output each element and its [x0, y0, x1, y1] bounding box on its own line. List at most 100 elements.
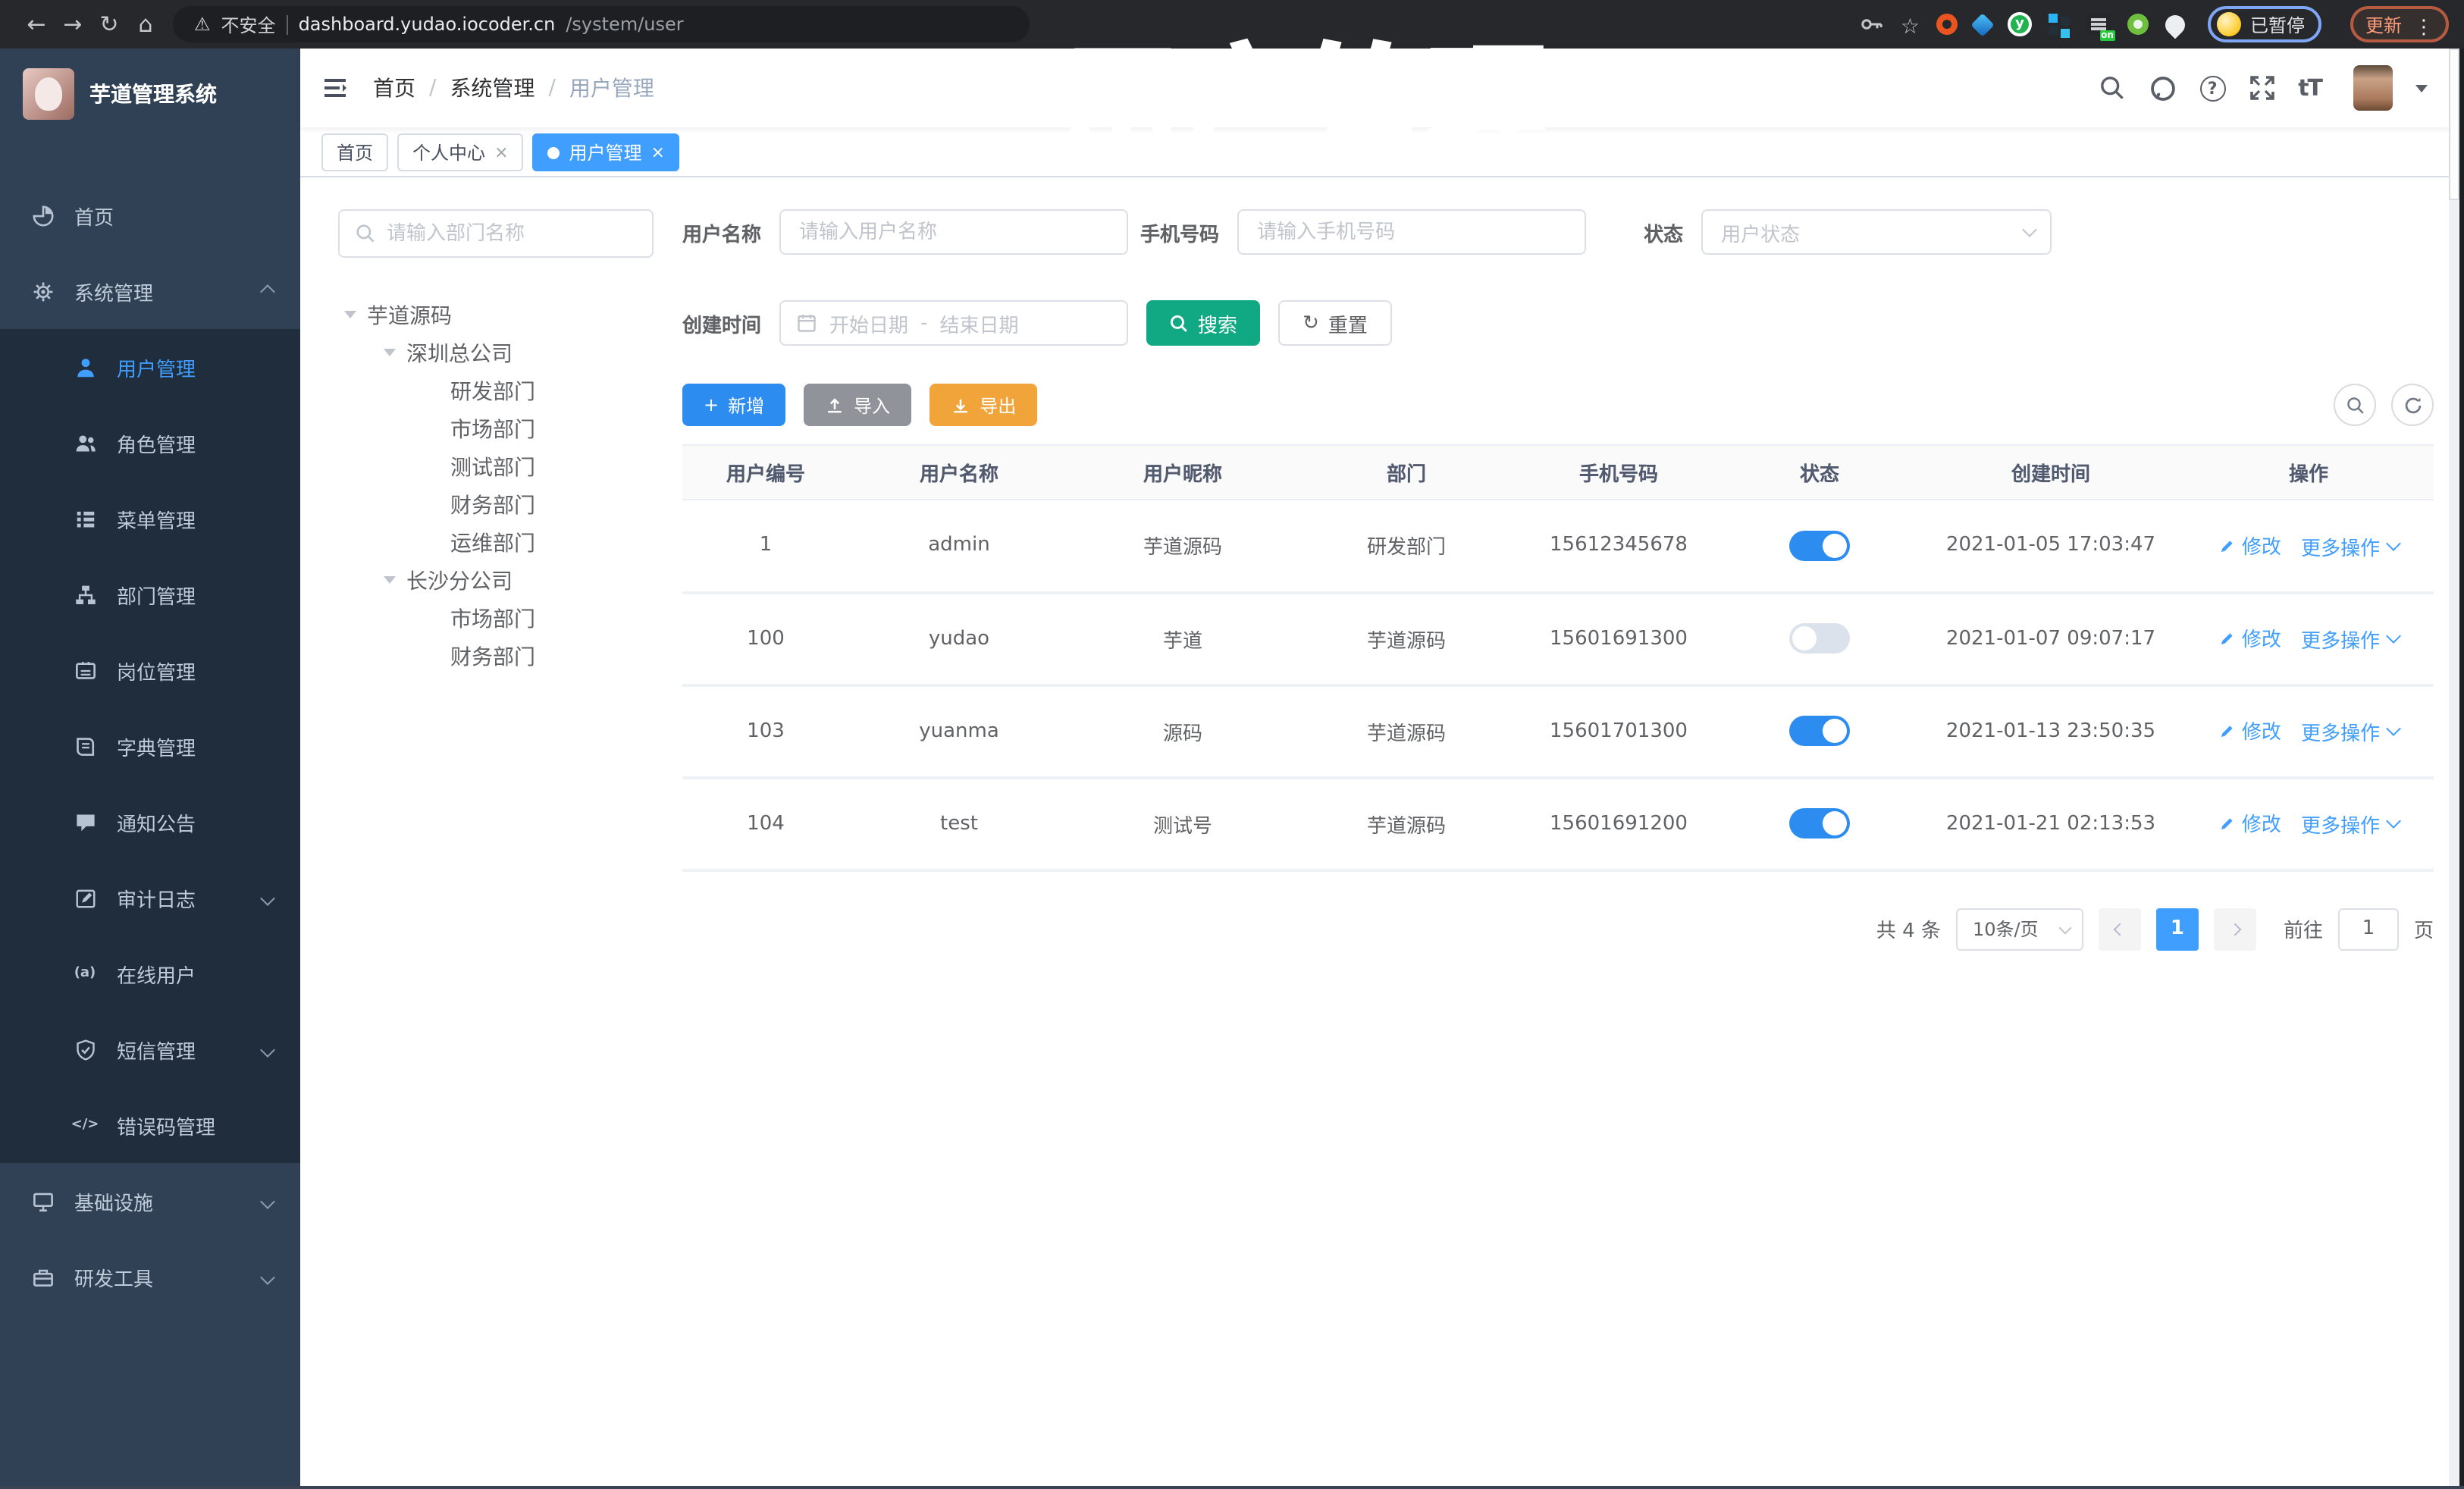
- sidebar-item-infrastructure[interactable]: 基础设施: [0, 1163, 300, 1239]
- tab-home[interactable]: 首页: [321, 133, 389, 171]
- extension-squares-icon[interactable]: [2048, 14, 2058, 23]
- browser-home-icon[interactable]: [127, 11, 164, 38]
- tree-caret-icon[interactable]: [384, 576, 396, 590]
- search-icon[interactable]: [2098, 74, 2125, 102]
- more-actions-link[interactable]: 更多操作: [2301, 625, 2401, 654]
- sidebar-item-dict-mgmt[interactable]: 字典管理: [0, 708, 300, 784]
- goto-page-input[interactable]: [2337, 908, 2399, 950]
- table-row: 100 yudao 芋道 芋道源码 15601691300 2021-01-07…: [682, 592, 2434, 686]
- more-actions-link[interactable]: 更多操作: [2301, 717, 2401, 746]
- sidebar-item-menu-mgmt[interactable]: 菜单管理: [0, 481, 300, 556]
- status-toggle[interactable]: [1789, 623, 1850, 654]
- search-button[interactable]: 搜索: [1146, 300, 1261, 346]
- url-host: dashboard.yudao.iocoder.cn: [298, 14, 556, 35]
- extension-blue-gem-icon[interactable]: [1970, 12, 1995, 36]
- edit-link[interactable]: 修改: [2219, 809, 2281, 838]
- close-icon[interactable]: ×: [494, 143, 508, 162]
- sidebar-item-sms-mgmt[interactable]: 短信管理: [0, 1011, 300, 1087]
- extension-green-circle-icon[interactable]: [2007, 12, 2032, 36]
- edit-link[interactable]: 修改: [2219, 624, 2281, 653]
- sidebar-item-dev-tools[interactable]: 研发工具: [0, 1239, 300, 1315]
- import-button[interactable]: 导入: [804, 384, 912, 426]
- col-dept: 部门: [1296, 444, 1516, 500]
- edit-link[interactable]: 修改: [2219, 716, 2281, 745]
- browser-menu-kebab-icon[interactable]: [2414, 10, 2434, 39]
- dept-search-box[interactable]: [338, 209, 654, 258]
- breadcrumb-home[interactable]: 首页: [373, 73, 415, 103]
- username-input[interactable]: [779, 209, 1129, 255]
- tree-node[interactable]: 芋道源码: [338, 296, 654, 334]
- sidebar-item-notice[interactable]: 通知公告: [0, 784, 300, 860]
- tree-node[interactable]: 深圳总公司: [338, 334, 654, 371]
- profile-paused-badge[interactable]: 已暂停: [2207, 6, 2321, 42]
- more-actions-link[interactable]: 更多操作: [2301, 531, 2401, 560]
- page-size-select[interactable]: 10条/页: [1955, 908, 2083, 950]
- tree-caret-icon[interactable]: [344, 311, 356, 324]
- sidebar-item-error-code[interactable]: </> 错误码管理: [0, 1087, 300, 1163]
- sidebar-menu: 首页 系统管理 用户管理 角色管理 菜单管理 部门管理 岗位管理 字典管理 通知…: [0, 139, 300, 1315]
- status-toggle[interactable]: [1789, 808, 1850, 839]
- tree-node[interactable]: 研发部门: [338, 371, 654, 409]
- font-size-icon[interactable]: [2298, 74, 2321, 102]
- sidebar-item-user-mgmt[interactable]: 用户管理: [0, 329, 300, 405]
- sidebar-collapse-icon[interactable]: [321, 74, 349, 102]
- tree-caret-icon[interactable]: [384, 349, 396, 362]
- sidebar-item-role-mgmt[interactable]: 角色管理: [0, 405, 300, 481]
- status-toggle[interactable]: [1789, 530, 1850, 561]
- url-divider: [286, 14, 288, 34]
- status-select[interactable]: 用户状态: [1701, 209, 2052, 255]
- next-page-button[interactable]: [2213, 908, 2256, 950]
- edit-link[interactable]: 修改: [2219, 531, 2281, 560]
- tree-node[interactable]: 市场部门: [338, 409, 654, 447]
- export-button[interactable]: 导出: [929, 384, 1038, 426]
- sidebar-item-home[interactable]: 首页: [0, 177, 300, 253]
- tree-node[interactable]: 市场部门: [338, 599, 654, 637]
- more-actions-link[interactable]: 更多操作: [2301, 810, 2401, 839]
- extension-orange-ring-icon[interactable]: [1936, 14, 1958, 35]
- status-toggle[interactable]: [1789, 716, 1850, 746]
- sidebar-item-online-users[interactable]: (a) 在线用户: [0, 936, 300, 1011]
- extensions-puzzle-icon[interactable]: [2161, 10, 2190, 39]
- address-bar[interactable]: 不安全 dashboard.yudao.iocoder.cn/system/us…: [173, 6, 1030, 42]
- fullscreen-icon[interactable]: [2248, 74, 2275, 102]
- tree-node[interactable]: 测试部门: [338, 447, 654, 485]
- sidebar-item-post-mgmt[interactable]: 岗位管理: [0, 632, 300, 708]
- sidebar-item-system[interactable]: 系统管理: [0, 253, 300, 329]
- browser-update-button[interactable]: 更新: [2350, 6, 2449, 42]
- mobile-input[interactable]: [1237, 209, 1587, 255]
- extension-list-on-icon[interactable]: [2086, 14, 2115, 41]
- browser-forward-icon[interactable]: [55, 11, 91, 38]
- refresh-icon: [2404, 397, 2421, 413]
- current-page-button[interactable]: 1: [2155, 908, 2199, 950]
- browser-back-icon[interactable]: [18, 11, 55, 38]
- password-key-icon[interactable]: [1860, 12, 1884, 36]
- tree-node[interactable]: 财务部门: [338, 637, 654, 675]
- sidebar-item-dept-mgmt[interactable]: 部门管理: [0, 556, 300, 632]
- tree-node[interactable]: 运维部门: [338, 523, 654, 561]
- close-icon[interactable]: ×: [651, 143, 665, 162]
- prev-page-button[interactable]: [2098, 908, 2141, 950]
- sidebar-item-audit-log[interactable]: 审计日志: [0, 860, 300, 936]
- user-avatar[interactable]: [2353, 65, 2393, 111]
- refresh-table-button[interactable]: [2391, 384, 2434, 426]
- bookmark-star-icon[interactable]: [1901, 10, 1920, 39]
- tree-node[interactable]: 财务部门: [338, 485, 654, 523]
- date-start-placeholder: 开始日期: [829, 315, 909, 337]
- reset-button[interactable]: 重置: [1278, 300, 1392, 346]
- show-search-toggle-button[interactable]: [2334, 384, 2376, 426]
- scrollbar-track[interactable]: [2449, 49, 2459, 1486]
- tree-node[interactable]: 长沙分公司: [338, 561, 654, 599]
- avatar-caret-icon[interactable]: [2415, 84, 2428, 98]
- browser-reload-icon[interactable]: [91, 11, 127, 38]
- extension-green-key-icon[interactable]: [2127, 14, 2149, 35]
- tab-profile[interactable]: 个人中心 ×: [397, 133, 524, 171]
- tab-user-mgmt[interactable]: 用户管理 ×: [532, 133, 680, 171]
- github-icon[interactable]: [2148, 74, 2177, 102]
- date-range-picker[interactable]: 开始日期 - 结束日期: [779, 300, 1129, 346]
- breadcrumb-system[interactable]: 系统管理: [450, 73, 534, 103]
- help-icon[interactable]: [2199, 75, 2226, 101]
- expand-chevron-icon: [260, 890, 275, 905]
- scrollbar-thumb[interactable]: [2449, 49, 2459, 200]
- add-button[interactable]: + 新增: [682, 384, 786, 426]
- dept-search-input[interactable]: [387, 222, 637, 245]
